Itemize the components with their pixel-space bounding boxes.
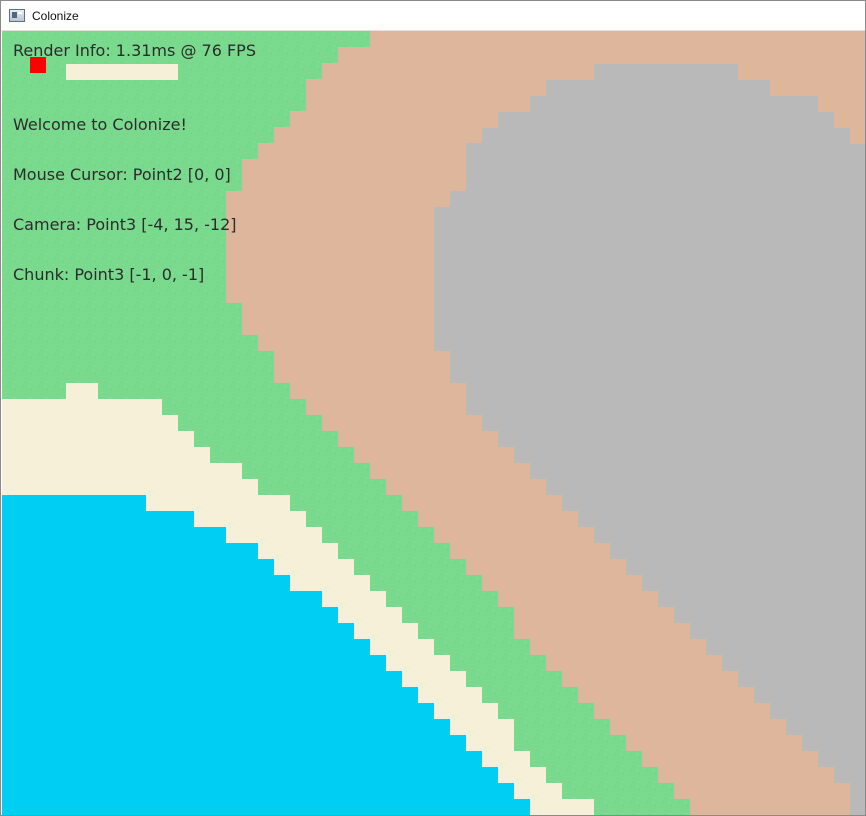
title-bar[interactable]: Colonize [1,1,865,31]
app-window-icon [9,9,25,22]
selection-cursor-marker[interactable] [30,57,46,73]
window-title: Colonize [32,8,79,23]
terrain-map[interactable] [2,31,866,816]
colonize-window: Colonize Render Info: 1.31ms @ 76 FPS We… [0,0,866,816]
game-viewport[interactable]: Render Info: 1.31ms @ 76 FPS Welcome to … [2,31,866,816]
sand-top-terrain [66,64,178,80]
